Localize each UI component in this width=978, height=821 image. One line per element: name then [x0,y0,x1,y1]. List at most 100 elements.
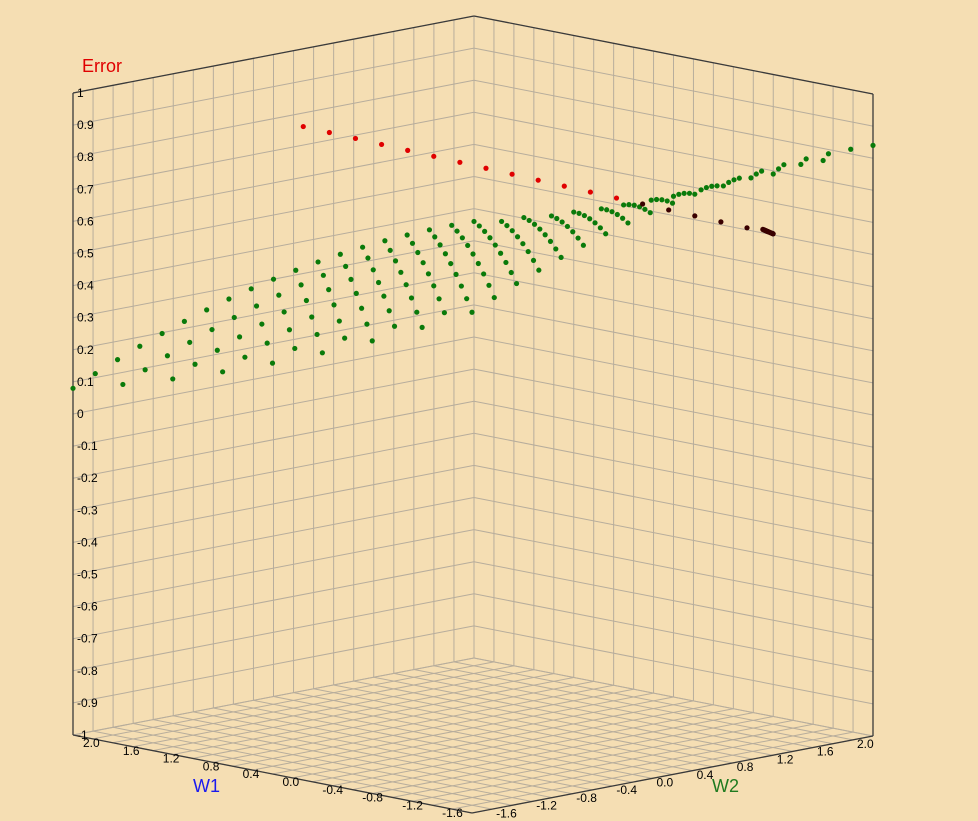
surface-point [620,215,626,221]
z-tick-label: -0.8 [77,664,98,678]
w2-tick-label: 1.6 [817,745,834,759]
surface-point [720,183,726,189]
w2-tick-label: -0.8 [576,791,597,805]
surface-point [770,171,776,177]
path-point [535,177,541,183]
surface-point [92,371,98,377]
surface-point [431,283,437,289]
surface-point [604,207,610,213]
surface-point [736,175,742,181]
surface-point [458,283,464,289]
surface-point [408,295,415,301]
surface-point [798,161,804,167]
w1-tick-label: -0.4 [322,783,343,797]
surface-point [513,280,520,287]
surface-point [631,202,637,208]
surface-point [398,269,404,275]
surface-point [365,255,371,261]
surface-point [521,214,527,221]
surface-point [137,343,143,349]
z-tick-label: -0.1 [77,439,98,453]
surface-point [536,267,542,273]
surface-point [548,213,555,219]
path-point [613,195,620,201]
surface-point [315,259,321,265]
surface-point [437,242,443,248]
surface-point [343,263,349,269]
surface-point [581,212,587,219]
surface-point [419,324,425,330]
surface-point [598,206,604,212]
surface-point [319,350,325,356]
surface-point [264,340,270,346]
surface-point [531,221,538,227]
surface-point [259,321,265,327]
z-tick-label: -0.3 [77,503,98,517]
surface-point [825,151,832,157]
w1-tick-label: 0.8 [203,759,220,773]
tick-labels: 1 0.9 0.8 0.7 0.6 0.5 0.4 0.3 0.2 0.1 0 -0.1 -0.2 -0.… [77,86,874,820]
z-axis-title: Error [82,56,122,76]
surface-point [415,249,421,256]
surface-point [709,183,715,189]
surface-point [609,209,615,215]
surface-point [748,175,754,181]
surface-point [375,279,382,286]
surface-point [453,271,459,277]
surface-point [409,240,416,246]
surface-point [686,190,693,196]
surface-point [309,314,315,320]
surface-point [626,202,632,208]
path-point [509,171,515,177]
surface-point [475,260,481,267]
surface-point [269,360,276,366]
surface-point [554,215,560,222]
path-point [483,165,489,171]
surface-point [820,157,826,164]
path-point [405,147,411,153]
surface-point [587,216,593,222]
3d-scatter-chart: 1 0.9 0.8 0.7 0.6 0.5 0.4 0.3 0.2 0.1 0 -0.1 -0.2 -0.… [70,15,876,820]
surface-point [659,197,665,203]
surface-point [576,210,582,216]
x-axis-title: W1 [193,776,220,796]
surface-point [242,354,248,360]
surface-point [360,244,366,250]
surface-point [603,231,609,237]
surface-point [403,282,409,288]
w1-tick-label: 0.0 [283,775,300,789]
surface-point [669,200,676,206]
surface-point [114,357,121,363]
z-tick-label: -0.5 [77,568,98,582]
surface-point [432,234,438,240]
surface-point [253,303,260,309]
surface-point [487,235,493,241]
surface-point [442,251,449,257]
surface-point [170,376,176,382]
surface-point [753,171,759,177]
surface-point [164,353,171,359]
surface-point [298,282,304,288]
surface-point [270,276,277,282]
surface-point [486,282,492,288]
surface-point [436,296,442,302]
surface-point [303,297,310,304]
surface-point [497,250,504,256]
surface-point [353,290,359,296]
surface-point [70,385,76,391]
surface-point [392,258,399,264]
path-point [587,189,593,195]
surface-point [326,287,332,293]
surface-point [642,206,648,212]
surface-point [698,187,704,193]
surface-point [592,220,598,226]
surface-point [504,222,510,229]
surface-point [387,247,393,253]
z-tick-label: 0.7 [77,182,94,196]
path-point [561,183,567,189]
surface-point [848,146,854,152]
surface-point [381,293,387,299]
surface-point [391,323,398,329]
surface-point [336,318,342,324]
z-tick-label: -0.7 [77,632,98,646]
